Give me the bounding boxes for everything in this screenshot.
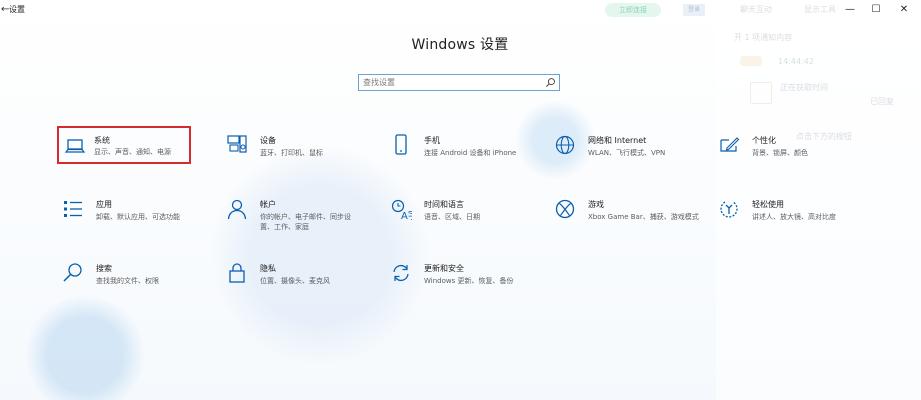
magnifier-icon <box>63 263 82 282</box>
tile-gaming[interactable]: 游戏 Xbox Game Bar、捕获、游戏模式 <box>554 196 704 240</box>
tile-desc: 背景、锁屏、颜色 <box>752 149 808 157</box>
overlay-text: 开 1 项通知内容 <box>734 33 793 42</box>
tile-desc: 语音、区域、日期 <box>424 213 480 221</box>
window-title: 设置 <box>9 5 25 14</box>
tile-system[interactable]: 系统 显示、声音、通知、电源 <box>57 126 191 164</box>
tile-apps[interactable]: 应用 卸载、默认应用、可选功能 <box>62 196 202 240</box>
page-title: Windows 设置 <box>411 37 509 53</box>
tile-update-security[interactable]: 更新和安全 Windows 更新、恢复、备份 <box>390 260 540 304</box>
svg-text:A字: A字 <box>401 209 412 220</box>
close-button[interactable]: ✕ <box>897 3 911 17</box>
tile-search[interactable]: 搜索 查找我的文件、权限 <box>62 260 202 304</box>
tile-personalization[interactable]: 个性化 背景、锁屏、颜色 <box>718 132 848 176</box>
tile-title: 更新和安全 <box>424 264 464 273</box>
tile-desc: WLAN、飞行模式、VPN <box>588 149 666 157</box>
overlay-text: 已回复 <box>870 97 894 106</box>
tile-desc: 查找我的文件、权限 <box>96 277 159 285</box>
tile-desc: 位置、摄像头、麦克风 <box>260 277 330 285</box>
pen-screen-icon <box>720 137 740 152</box>
sync-icon <box>393 264 409 282</box>
lock-icon <box>229 263 245 283</box>
search-input[interactable] <box>363 75 543 90</box>
tile-desc: 蓝牙、打印机、鼠标 <box>260 149 323 157</box>
tile-desc: 显示、声音、通知、电源 <box>94 148 171 156</box>
tile-network[interactable]: 网络和 Internet WLAN、飞行模式、VPN <box>554 132 704 176</box>
tile-title: 手机 <box>424 136 440 145</box>
tile-desc: 卸载、默认应用、可选功能 <box>96 213 180 221</box>
overlay-text: 正在获取时间 <box>780 83 828 92</box>
time-language-icon: A字 <box>391 199 412 220</box>
tile-title: 网络和 Internet <box>588 136 647 145</box>
maximize-button[interactable]: ☐ <box>869 3 883 17</box>
tile-title: 隐私 <box>260 264 276 273</box>
person-icon <box>227 199 247 220</box>
tile-desc: 讲述人、放大镜、高对比度 <box>752 213 836 221</box>
xbox-icon <box>555 199 575 219</box>
tile-title: 设备 <box>260 136 276 145</box>
tile-title: 时间和语言 <box>424 200 464 209</box>
tile-desc: 连接 Android 设备和 iPhone <box>424 149 517 157</box>
calendar-icon <box>750 82 772 104</box>
tile-phone[interactable]: 手机 连接 Android 设备和 iPhone <box>390 132 540 176</box>
overlay-badge <box>740 56 762 66</box>
tile-desc: Windows 更新、恢复、备份 <box>424 277 514 285</box>
tile-title: 帐户 <box>260 200 276 209</box>
search-icon[interactable] <box>545 77 556 88</box>
tile-title: 应用 <box>96 200 112 209</box>
laptop-icon <box>64 139 86 153</box>
tile-title: 游戏 <box>588 200 604 209</box>
keyboard-speaker-icon <box>227 135 247 153</box>
tile-privacy[interactable]: 隐私 位置、摄像头、麦克风 <box>226 260 366 304</box>
search-box[interactable] <box>358 74 560 91</box>
tile-time-language[interactable]: A字 时间和语言 语音、区域、日期 <box>390 196 540 240</box>
tile-accounts[interactable]: 帐户 你的帐户、电子邮件、同步设置、工作、家庭 <box>226 196 366 240</box>
tile-title: 个性化 <box>752 136 776 145</box>
tile-title: 轻松使用 <box>752 200 784 209</box>
tile-desc: 你的帐户、电子邮件、同步设置、工作、家庭 <box>260 213 351 231</box>
globe-icon <box>555 135 575 155</box>
ease-of-access-icon <box>720 201 738 218</box>
tile-title: 搜索 <box>96 264 112 273</box>
minimize-button[interactable]: — <box>843 3 857 17</box>
tile-title: 系统 <box>94 136 110 145</box>
phone-icon <box>395 134 407 155</box>
overlay-time: 14:44:42 <box>778 57 814 66</box>
tile-desc: Xbox Game Bar、捕获、游戏模式 <box>588 213 699 221</box>
tile-devices[interactable]: 设备 蓝牙、打印机、鼠标 <box>226 132 366 176</box>
title-bar: ← 设置 — ☐ ✕ <box>0 0 921 20</box>
tile-ease-of-access[interactable]: 轻松使用 讲述人、放大镜、高对比度 <box>718 196 858 240</box>
apps-list-icon <box>64 201 82 217</box>
